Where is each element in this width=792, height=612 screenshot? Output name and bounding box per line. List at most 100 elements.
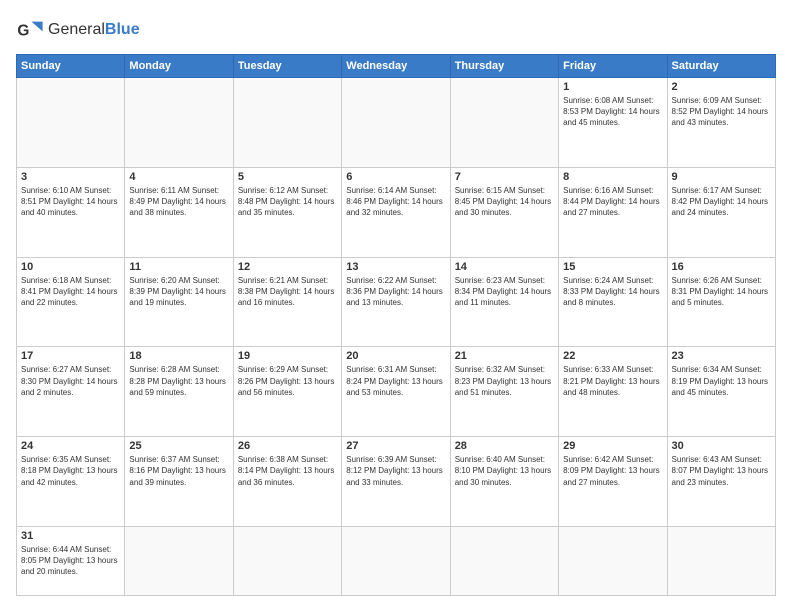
calendar-cell xyxy=(450,526,558,595)
day-number: 10 xyxy=(21,261,120,273)
calendar-cell: 9 Sunrise: 6:17 AM Sunset: 8:42 PM Daylig… xyxy=(667,167,775,257)
calendar-cell: 13Sunrise: 6:22 AM Sunset: 8:36 PM Dayli… xyxy=(342,257,450,347)
day-info: Sunrise: 6:42 AM Sunset: 8:09 PM Dayligh… xyxy=(563,454,662,488)
day-number: 18 xyxy=(129,350,228,362)
calendar-cell: 31 Sunrise: 6:44 AM Sunset: 8:05 PM Dayli… xyxy=(17,526,125,595)
calendar-cell xyxy=(342,78,450,168)
day-info: Sunrise: 6:18 AM Sunset: 8:41 PM Dayligh… xyxy=(21,275,120,309)
day-info: Sunrise: 6:21 AM Sunset: 8:38 PM Dayligh… xyxy=(238,275,337,309)
day-number: 11 xyxy=(129,261,228,273)
calendar-cell xyxy=(233,78,341,168)
calendar-week-row: 1Sunrise: 6:08 AM Sunset: 8:53 PM Daylig… xyxy=(17,78,776,168)
day-number: 17 xyxy=(21,350,120,362)
weekday-header-sunday: Sunday xyxy=(17,55,125,78)
day-number: 15 xyxy=(563,261,662,273)
calendar-cell: 28 Sunrise: 6:40 AM Sunset: 8:10 PM Dayli… xyxy=(450,437,558,527)
day-info: Sunrise: 6:11 AM Sunset: 8:49 PM Dayligh… xyxy=(129,185,228,219)
day-info: Sunrise: 6:32 AM Sunset: 8:23 PM Dayligh… xyxy=(455,364,554,398)
day-info: Sunrise: 6:23 AM Sunset: 8:34 PM Dayligh… xyxy=(455,275,554,309)
calendar-cell: 27 Sunrise: 6:39 AM Sunset: 8:12 PM Dayli… xyxy=(342,437,450,527)
day-number: 31 xyxy=(21,530,120,542)
calendar-cell xyxy=(559,526,667,595)
calendar-cell xyxy=(342,526,450,595)
day-info: Sunrise: 6:40 AM Sunset: 8:10 PM Dayligh… xyxy=(455,454,554,488)
day-info: Sunrise: 6:43 AM Sunset: 8:07 PM Dayligh… xyxy=(672,454,771,488)
day-info: Sunrise: 6:38 AM Sunset: 8:14 PM Dayligh… xyxy=(238,454,337,488)
calendar-cell: 20 Sunrise: 6:31 AM Sunset: 8:24 PM Dayli… xyxy=(342,347,450,437)
day-number: 5 xyxy=(238,171,337,183)
calendar-cell: 2Sunrise: 6:09 AM Sunset: 8:52 PM Daylig… xyxy=(667,78,775,168)
calendar-cell: 19 Sunrise: 6:29 AM Sunset: 8:26 PM Dayli… xyxy=(233,347,341,437)
day-info: Sunrise: 6:14 AM Sunset: 8:46 PM Dayligh… xyxy=(346,185,445,219)
day-info: Sunrise: 6:34 AM Sunset: 8:19 PM Dayligh… xyxy=(672,364,771,398)
calendar-cell: 30 Sunrise: 6:43 AM Sunset: 8:07 PM Dayli… xyxy=(667,437,775,527)
logo: G GeneralBlue xyxy=(16,16,140,44)
calendar-week-row: 31 Sunrise: 6:44 AM Sunset: 8:05 PM Dayli… xyxy=(17,526,776,595)
day-info: Sunrise: 6:17 AM Sunset: 8:42 PM Dayligh… xyxy=(672,185,771,219)
calendar-cell: 25Sunrise: 6:37 AM Sunset: 8:16 PM Dayli… xyxy=(125,437,233,527)
calendar-week-row: 24 Sunrise: 6:35 AM Sunset: 8:18 PM Dayli… xyxy=(17,437,776,527)
calendar-cell: 18 Sunrise: 6:28 AM Sunset: 8:28 PM Dayli… xyxy=(125,347,233,437)
calendar-cell: 23Sunrise: 6:34 AM Sunset: 8:19 PM Dayli… xyxy=(667,347,775,437)
day-info: Sunrise: 6:26 AM Sunset: 8:31 PM Dayligh… xyxy=(672,275,771,309)
day-number: 29 xyxy=(563,440,662,452)
weekday-header-friday: Friday xyxy=(559,55,667,78)
day-number: 27 xyxy=(346,440,445,452)
weekday-header-row: SundayMondayTuesdayWednesdayThursdayFrid… xyxy=(17,55,776,78)
calendar-cell xyxy=(233,526,341,595)
weekday-header-tuesday: Tuesday xyxy=(233,55,341,78)
calendar-cell: 17 Sunrise: 6:27 AM Sunset: 8:30 PM Dayli… xyxy=(17,347,125,437)
calendar-cell: 7 Sunrise: 6:15 AM Sunset: 8:45 PM Daylig… xyxy=(450,167,558,257)
day-number: 28 xyxy=(455,440,554,452)
calendar-cell: 16 Sunrise: 6:26 AM Sunset: 8:31 PM Dayli… xyxy=(667,257,775,347)
day-number: 7 xyxy=(455,171,554,183)
day-info: Sunrise: 6:31 AM Sunset: 8:24 PM Dayligh… xyxy=(346,364,445,398)
weekday-header-saturday: Saturday xyxy=(667,55,775,78)
day-info: Sunrise: 6:15 AM Sunset: 8:45 PM Dayligh… xyxy=(455,185,554,219)
day-info: Sunrise: 6:39 AM Sunset: 8:12 PM Dayligh… xyxy=(346,454,445,488)
day-number: 1 xyxy=(563,81,662,93)
calendar-cell xyxy=(125,526,233,595)
calendar-cell: 24 Sunrise: 6:35 AM Sunset: 8:18 PM Dayli… xyxy=(17,437,125,527)
day-number: 26 xyxy=(238,440,337,452)
day-number: 20 xyxy=(346,350,445,362)
day-info: Sunrise: 6:44 AM Sunset: 8:05 PM Dayligh… xyxy=(21,544,120,578)
day-number: 6 xyxy=(346,171,445,183)
day-number: 9 xyxy=(672,171,771,183)
calendar-week-row: 10 Sunrise: 6:18 AM Sunset: 8:41 PM Dayli… xyxy=(17,257,776,347)
day-number: 24 xyxy=(21,440,120,452)
day-number: 19 xyxy=(238,350,337,362)
day-info: Sunrise: 6:28 AM Sunset: 8:28 PM Dayligh… xyxy=(129,364,228,398)
calendar-cell: 12 Sunrise: 6:21 AM Sunset: 8:38 PM Dayli… xyxy=(233,257,341,347)
calendar-cell: 29 Sunrise: 6:42 AM Sunset: 8:09 PM Dayli… xyxy=(559,437,667,527)
day-info: Sunrise: 6:35 AM Sunset: 8:18 PM Dayligh… xyxy=(21,454,120,488)
weekday-header-wednesday: Wednesday xyxy=(342,55,450,78)
day-number: 14 xyxy=(455,261,554,273)
day-number: 13 xyxy=(346,261,445,273)
day-info: Sunrise: 6:16 AM Sunset: 8:44 PM Dayligh… xyxy=(563,185,662,219)
logo-icon: G xyxy=(16,16,44,44)
calendar-cell: 26 Sunrise: 6:38 AM Sunset: 8:14 PM Dayli… xyxy=(233,437,341,527)
day-number: 16 xyxy=(672,261,771,273)
day-number: 12 xyxy=(238,261,337,273)
calendar-cell: 15Sunrise: 6:24 AM Sunset: 8:33 PM Dayli… xyxy=(559,257,667,347)
day-number: 30 xyxy=(672,440,771,452)
calendar-cell: 14 Sunrise: 6:23 AM Sunset: 8:34 PM Dayli… xyxy=(450,257,558,347)
calendar-cell: 1Sunrise: 6:08 AM Sunset: 8:53 PM Daylig… xyxy=(559,78,667,168)
day-info: Sunrise: 6:27 AM Sunset: 8:30 PM Dayligh… xyxy=(21,364,120,398)
calendar-cell xyxy=(667,526,775,595)
header: G GeneralBlue xyxy=(16,16,776,44)
calendar-table: SundayMondayTuesdayWednesdayThursdayFrid… xyxy=(16,54,776,596)
weekday-header-thursday: Thursday xyxy=(450,55,558,78)
day-number: 4 xyxy=(129,171,228,183)
day-info: Sunrise: 6:29 AM Sunset: 8:26 PM Dayligh… xyxy=(238,364,337,398)
calendar-cell: 6 Sunrise: 6:14 AM Sunset: 8:46 PM Daylig… xyxy=(342,167,450,257)
calendar-cell: 22Sunrise: 6:33 AM Sunset: 8:21 PM Dayli… xyxy=(559,347,667,437)
day-number: 21 xyxy=(455,350,554,362)
day-number: 8 xyxy=(563,171,662,183)
calendar-cell: 11Sunrise: 6:20 AM Sunset: 8:39 PM Dayli… xyxy=(125,257,233,347)
calendar-cell xyxy=(17,78,125,168)
day-number: 22 xyxy=(563,350,662,362)
day-number: 3 xyxy=(21,171,120,183)
day-info: Sunrise: 6:10 AM Sunset: 8:51 PM Dayligh… xyxy=(21,185,120,219)
